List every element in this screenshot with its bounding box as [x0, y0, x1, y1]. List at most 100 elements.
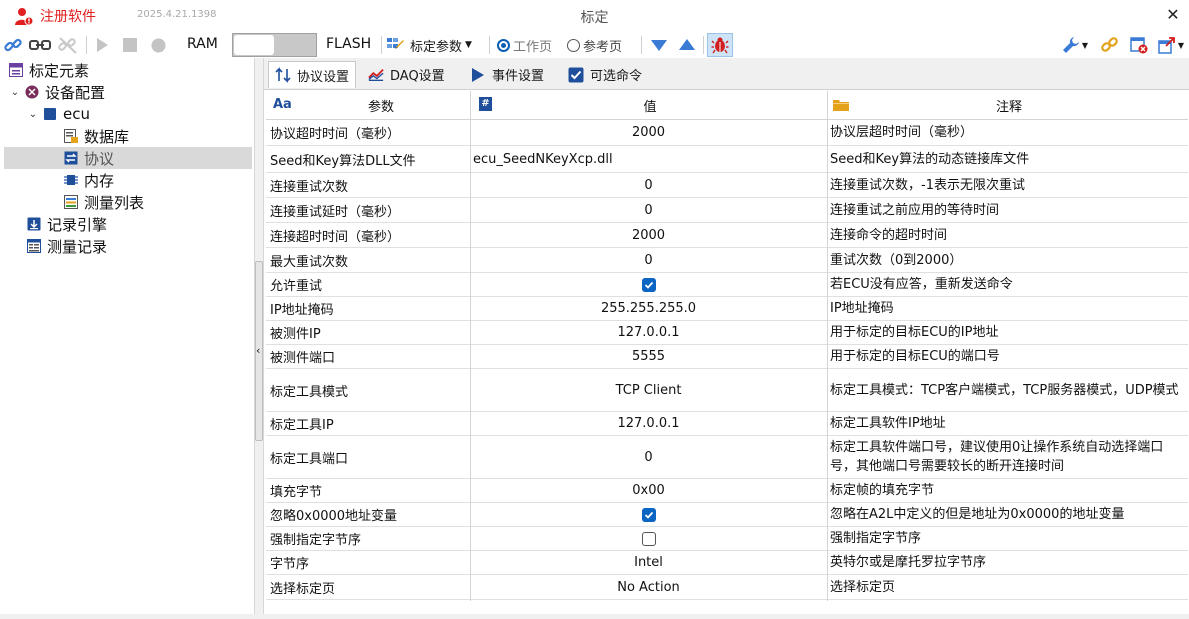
- table-row[interactable]: 选择标定页 No Action 选择标定页: [266, 575, 1188, 600]
- chain-icon[interactable]: [1099, 35, 1121, 55]
- tree-item-record-engine[interactable]: 记录引擎: [27, 213, 107, 235]
- tree-label-device-config: 设备配置: [45, 83, 106, 102]
- param-cell: 忽略0x0000地址变量: [270, 509, 398, 524]
- table-row[interactable]: 连接超时时间（毫秒） 2000 连接命令的超时时间: [266, 223, 1188, 248]
- value-cell[interactable]: ecu_SeedNKeyXcp.dll: [470, 146, 827, 172]
- value-cell[interactable]: Intel: [470, 551, 827, 574]
- calibration-params-button[interactable]: 标定参数 ▼: [386, 35, 486, 55]
- expand-chevron-icon[interactable]: ⌄: [9, 87, 21, 98]
- down-triangle-icon[interactable]: [648, 35, 670, 55]
- disconnect-icon[interactable]: [56, 35, 80, 55]
- value-cell[interactable]: 0: [470, 248, 827, 272]
- param-cell: 标定工具模式: [270, 384, 349, 400]
- checkbox-checked-icon[interactable]: [641, 507, 656, 522]
- toggle-knob[interactable]: [234, 35, 274, 55]
- collapse-left-icon[interactable]: ‹: [256, 344, 260, 357]
- toolbar-separator: [381, 36, 382, 54]
- stop-icon[interactable]: [120, 35, 140, 55]
- column-header-value[interactable]: 值: [470, 91, 830, 119]
- link-icon[interactable]: [2, 35, 24, 55]
- device-config-icon: [25, 85, 39, 99]
- tree-item-memory[interactable]: 内存: [64, 169, 114, 191]
- table-row[interactable]: IP地址掩码 255.255.255.0 IP地址掩码: [266, 297, 1188, 321]
- table-row[interactable]: 协议超时时间（毫秒） 2000 协议层超时时间（毫秒）: [266, 119, 1188, 146]
- param-cell: 被测件端口: [270, 351, 336, 366]
- tab-label: 事件设置: [492, 69, 545, 84]
- table-row[interactable]: 标定工具IP 127.0.0.1 标定工具软件IP地址: [266, 412, 1188, 436]
- value-cell[interactable]: 2000: [470, 223, 827, 247]
- column-header-param[interactable]: 参数: [266, 91, 496, 119]
- play-icon[interactable]: [92, 35, 112, 55]
- value-cell[interactable]: No Action: [470, 575, 827, 599]
- ram-flash-toggle[interactable]: [232, 33, 317, 57]
- value-checkbox-cell[interactable]: [470, 527, 827, 550]
- toolbar-separator: [703, 36, 704, 54]
- value-cell[interactable]: 0: [470, 198, 827, 222]
- flash-label: FLASH: [326, 36, 372, 52]
- tab-event-settings[interactable]: 事件设置: [464, 61, 550, 88]
- note-cell: IP地址掩码: [830, 301, 894, 316]
- table-row[interactable]: 被测件端口 5555 用于标定的目标ECU的端口号: [266, 345, 1188, 369]
- table-row[interactable]: 标定工具模式 TCP Client 标定工具模式：TCP客户端模式，TCP服务器模式…: [266, 369, 1188, 412]
- note-cell: Seed和Key算法的动态链接库文件: [830, 151, 1030, 167]
- table-row[interactable]: 填充字节 0x00 标定帧的填充字节: [266, 479, 1188, 503]
- tab-optional-commands[interactable]: 可选命令: [562, 61, 648, 88]
- column-divider: [470, 91, 471, 601]
- tab-daq-settings[interactable]: DAQ设置: [362, 61, 451, 88]
- checkbox-unchecked-icon[interactable]: [641, 531, 656, 546]
- param-cell: 连接超时时间（毫秒）: [270, 229, 401, 245]
- value-cell[interactable]: 2000: [470, 119, 827, 145]
- table-row[interactable]: 字节序 Intel 英特尔或是摩托罗拉字节序: [266, 551, 1188, 575]
- checkbox-checked-icon[interactable]: [641, 277, 656, 292]
- value-cell[interactable]: 255.255.255.0: [470, 297, 827, 320]
- working-page-radio[interactable]: 工作页: [497, 36, 552, 55]
- tree-item-database[interactable]: 数据库: [64, 125, 129, 147]
- table-row[interactable]: 最大重试次数 0 重试次数（0到2000）: [266, 248, 1188, 273]
- table-row[interactable]: Seed和Key算法DLL文件 ecu_SeedNKeyXcp.dll Seed和K…: [266, 146, 1188, 173]
- tree-item-root[interactable]: 标定元素: [9, 59, 89, 81]
- close-button[interactable]: ✕: [1165, 4, 1181, 26]
- table-row[interactable]: 允许重试 若ECU没有应答，重新发送命令: [266, 273, 1188, 297]
- value-cell[interactable]: 0: [470, 436, 827, 478]
- tree-item-ecu[interactable]: ⌄ ecu: [27, 103, 90, 125]
- expand-chevron-icon[interactable]: ⌄: [27, 109, 39, 120]
- table-row[interactable]: 连接重试延时（毫秒） 0 连接重试之前应用的等待时间: [266, 198, 1188, 223]
- value-cell[interactable]: 5555: [470, 345, 827, 368]
- tree-item-measurement-list[interactable]: 测量列表: [64, 191, 144, 213]
- protocol-swap-icon: [64, 151, 78, 165]
- tree-label-root: 标定元素: [29, 61, 90, 80]
- tree-label-measurement-list: 测量列表: [84, 193, 145, 212]
- value-cell[interactable]: 0x00: [470, 479, 827, 502]
- param-cell: 连接重试延时（毫秒）: [270, 204, 401, 220]
- export-icon[interactable]: ▼: [1155, 35, 1187, 55]
- tree-label-protocol: 协议: [84, 149, 115, 168]
- reference-page-radio[interactable]: 参考页: [567, 36, 622, 55]
- table-row[interactable]: 标定工具端口 0 标定工具软件端口号，建议使用0让操作系统自动选择端口号，其他端口号…: [266, 436, 1188, 479]
- table-row[interactable]: 被测件IP 127.0.0.1 用于标定的目标ECU的IP地址: [266, 321, 1188, 345]
- tree-item-measurement-record[interactable]: 测量记录: [27, 235, 107, 257]
- tree-item-protocol[interactable]: 协议: [64, 147, 114, 169]
- value-checkbox-cell[interactable]: [470, 503, 827, 526]
- wrench-icon[interactable]: ▼: [1060, 35, 1090, 55]
- tab-protocol-settings[interactable]: 协议设置: [268, 61, 357, 88]
- value-cell[interactable]: TCP Client: [470, 369, 827, 411]
- column-header-note[interactable]: 注释: [830, 91, 1188, 119]
- record-icon[interactable]: [148, 35, 168, 55]
- value-checkbox-cell[interactable]: [470, 273, 827, 296]
- table-row[interactable]: 忽略0x0000地址变量 忽略在A2L中定义的但是地址为0x0000的地址变量: [266, 503, 1188, 527]
- note-cell: 标定工具软件端口号，建议使用0让操作系统自动选择端口号，其他端口号需要较长的断开…: [830, 440, 1164, 474]
- panel-splitter[interactable]: ‹: [254, 58, 264, 619]
- connect-icon[interactable]: [28, 35, 52, 55]
- bug-icon[interactable]: [707, 33, 733, 57]
- note-cell: 英特尔或是摩托罗拉字节序: [830, 555, 987, 570]
- title-bar: 注册软件 2025.4.21.1398 标定 ✕: [0, 0, 1189, 32]
- grid-header: Aa 参数 # 值 注释: [266, 91, 1188, 120]
- table-row[interactable]: 强制指定字节序 强制指定字节序: [266, 527, 1188, 551]
- tree-item-device-config[interactable]: ⌄ 设备配置: [9, 81, 105, 103]
- clear-icon[interactable]: [1128, 35, 1150, 55]
- up-triangle-icon[interactable]: [676, 35, 698, 55]
- table-row[interactable]: 连接重试次数 0 连接重试次数，-1表示无限次重试: [266, 173, 1188, 198]
- value-cell[interactable]: 127.0.0.1: [470, 412, 827, 435]
- value-cell[interactable]: 127.0.0.1: [470, 321, 827, 344]
- value-cell[interactable]: 0: [470, 173, 827, 197]
